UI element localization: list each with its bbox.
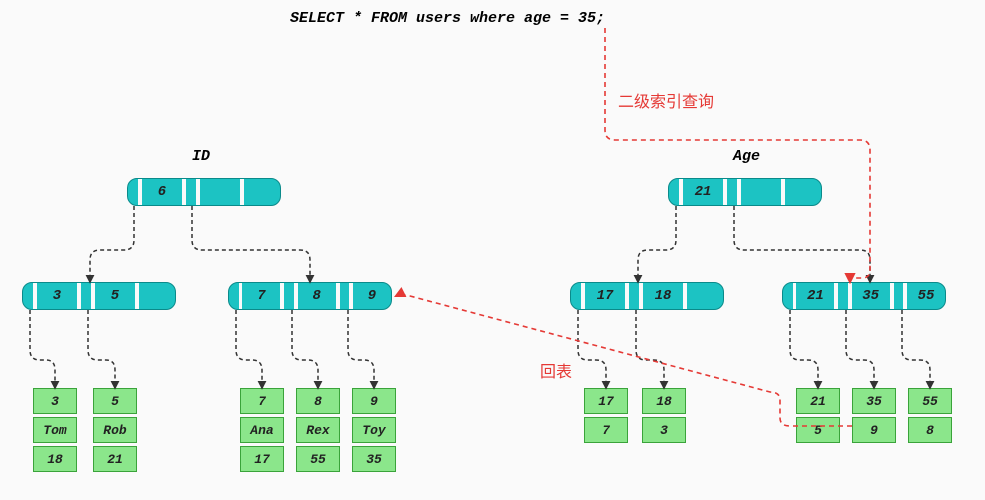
leaf-pk: 7 [584,417,628,443]
tree-label-id: ID [192,148,210,165]
age-mid-right-node: 21 35 55 [782,282,946,310]
id-mid-left-k1: 5 [95,283,135,309]
leaf-key: 8 [296,388,340,414]
id-mid-right-k2: 9 [353,283,391,309]
leaf-key: 35 [852,388,896,414]
id-root-key: 6 [142,179,182,205]
id-leaf-2: 7 Ana 17 [240,388,284,475]
leaf-val: 21 [93,446,137,472]
annotation-secondary-index: 二级索引查询 [618,88,714,112]
sql-query: SELECT * FROM users where age = 35; [290,10,605,27]
leaf-key: 55 [908,388,952,414]
leaf-pk: 9 [852,417,896,443]
leaf-name: Rex [296,417,340,443]
leaf-key: 7 [240,388,284,414]
leaf-val: 55 [296,446,340,472]
age-root-node: 21 [668,178,822,206]
age-leaf-1: 18 3 [642,388,686,446]
id-mid-left-node: 3 5 [22,282,176,310]
id-mid-left-k0: 3 [37,283,77,309]
age-root-key: 21 [683,179,723,205]
tree-label-age: Age [733,148,760,165]
leaf-name: Tom [33,417,77,443]
leaf-key: 9 [352,388,396,414]
leaf-key: 18 [642,388,686,414]
age-mid-right-k1: 35 [852,283,890,309]
leaf-key: 5 [93,388,137,414]
leaf-pk: 5 [796,417,840,443]
age-leaf-2: 21 5 [796,388,840,446]
age-leaf-0: 17 7 [584,388,628,446]
id-leaf-4: 9 Toy 35 [352,388,396,475]
leaf-key: 3 [33,388,77,414]
leaf-val: 17 [240,446,284,472]
leaf-pk: 3 [642,417,686,443]
id-mid-right-node: 7 8 9 [228,282,392,310]
age-mid-left-node: 17 18 [570,282,724,310]
leaf-val: 35 [352,446,396,472]
leaf-val: 18 [33,446,77,472]
leaf-key: 17 [584,388,628,414]
age-mid-right-k2: 55 [907,283,945,309]
leaf-pk: 8 [908,417,952,443]
age-mid-left-k0: 17 [585,283,625,309]
age-leaf-4: 55 8 [908,388,952,446]
leaf-name: Rob [93,417,137,443]
id-leaf-0: 3 Tom 18 [33,388,77,475]
age-mid-left-k1: 18 [643,283,683,309]
age-mid-right-k0: 21 [796,283,834,309]
id-leaf-3: 8 Rex 55 [296,388,340,475]
leaf-key: 21 [796,388,840,414]
id-root-node: 6 [127,178,281,206]
id-mid-right-k1: 8 [298,283,336,309]
id-mid-right-k0: 7 [242,283,280,309]
annotation-back-to-table: 回表 [540,358,572,382]
leaf-name: Toy [352,417,396,443]
id-leaf-1: 5 Rob 21 [93,388,137,475]
leaf-name: Ana [240,417,284,443]
age-leaf-3: 35 9 [852,388,896,446]
